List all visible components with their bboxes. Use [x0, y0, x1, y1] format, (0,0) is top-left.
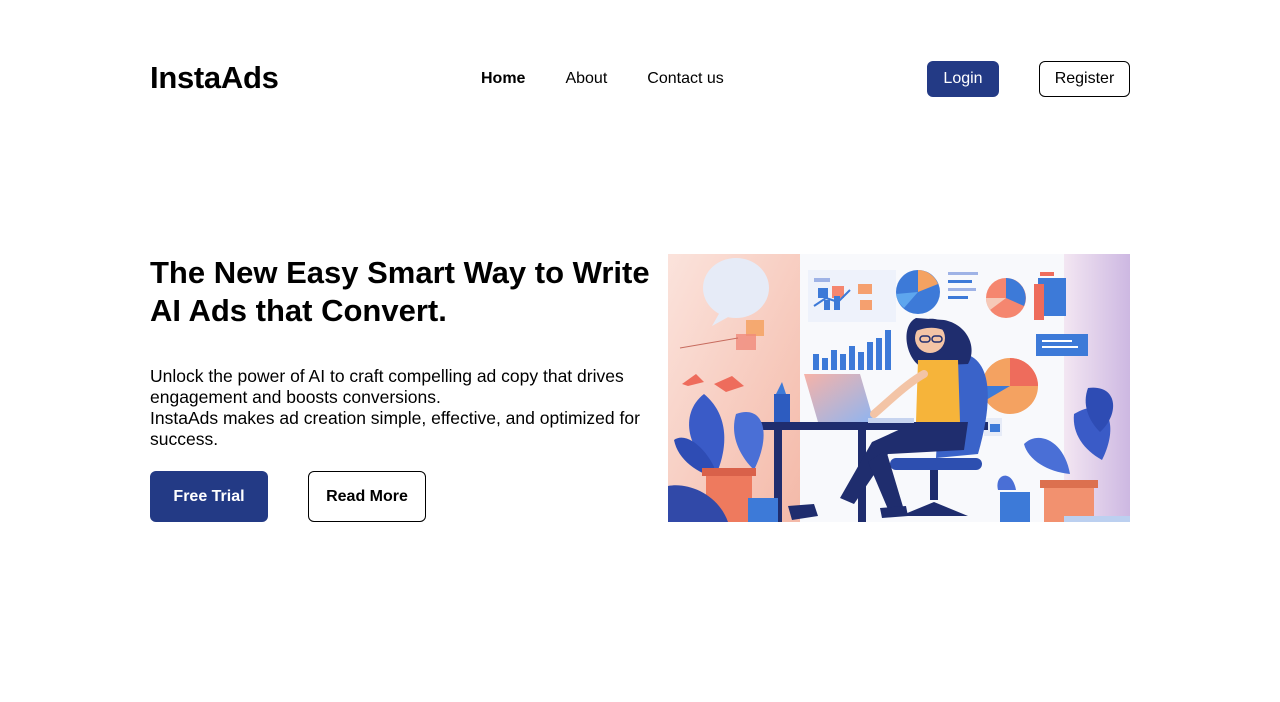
- free-trial-button[interactable]: Free Trial: [150, 471, 268, 522]
- login-button[interactable]: Login: [927, 61, 999, 97]
- nav-contact-us[interactable]: Contact us: [647, 69, 723, 89]
- read-more-button[interactable]: Read More: [308, 471, 426, 522]
- nav-home[interactable]: Home: [481, 69, 525, 89]
- hero-description-line-2: InstaAds makes ad creation simple, effec…: [150, 408, 640, 449]
- woman-laptop-illustration-icon: [668, 254, 1130, 522]
- hero-illustration: [668, 254, 1130, 522]
- hero-title: The New Easy Smart Way to Write AI Ads t…: [150, 255, 650, 328]
- register-button[interactable]: Register: [1039, 61, 1130, 97]
- main-nav: Home About Contact us: [481, 69, 724, 89]
- hero-description: Unlock the power of AI to craft compelli…: [150, 366, 655, 450]
- logo[interactable]: InstaAds: [150, 60, 279, 96]
- hero-description-line-1: Unlock the power of AI to craft compelli…: [150, 366, 624, 407]
- nav-about[interactable]: About: [565, 69, 607, 89]
